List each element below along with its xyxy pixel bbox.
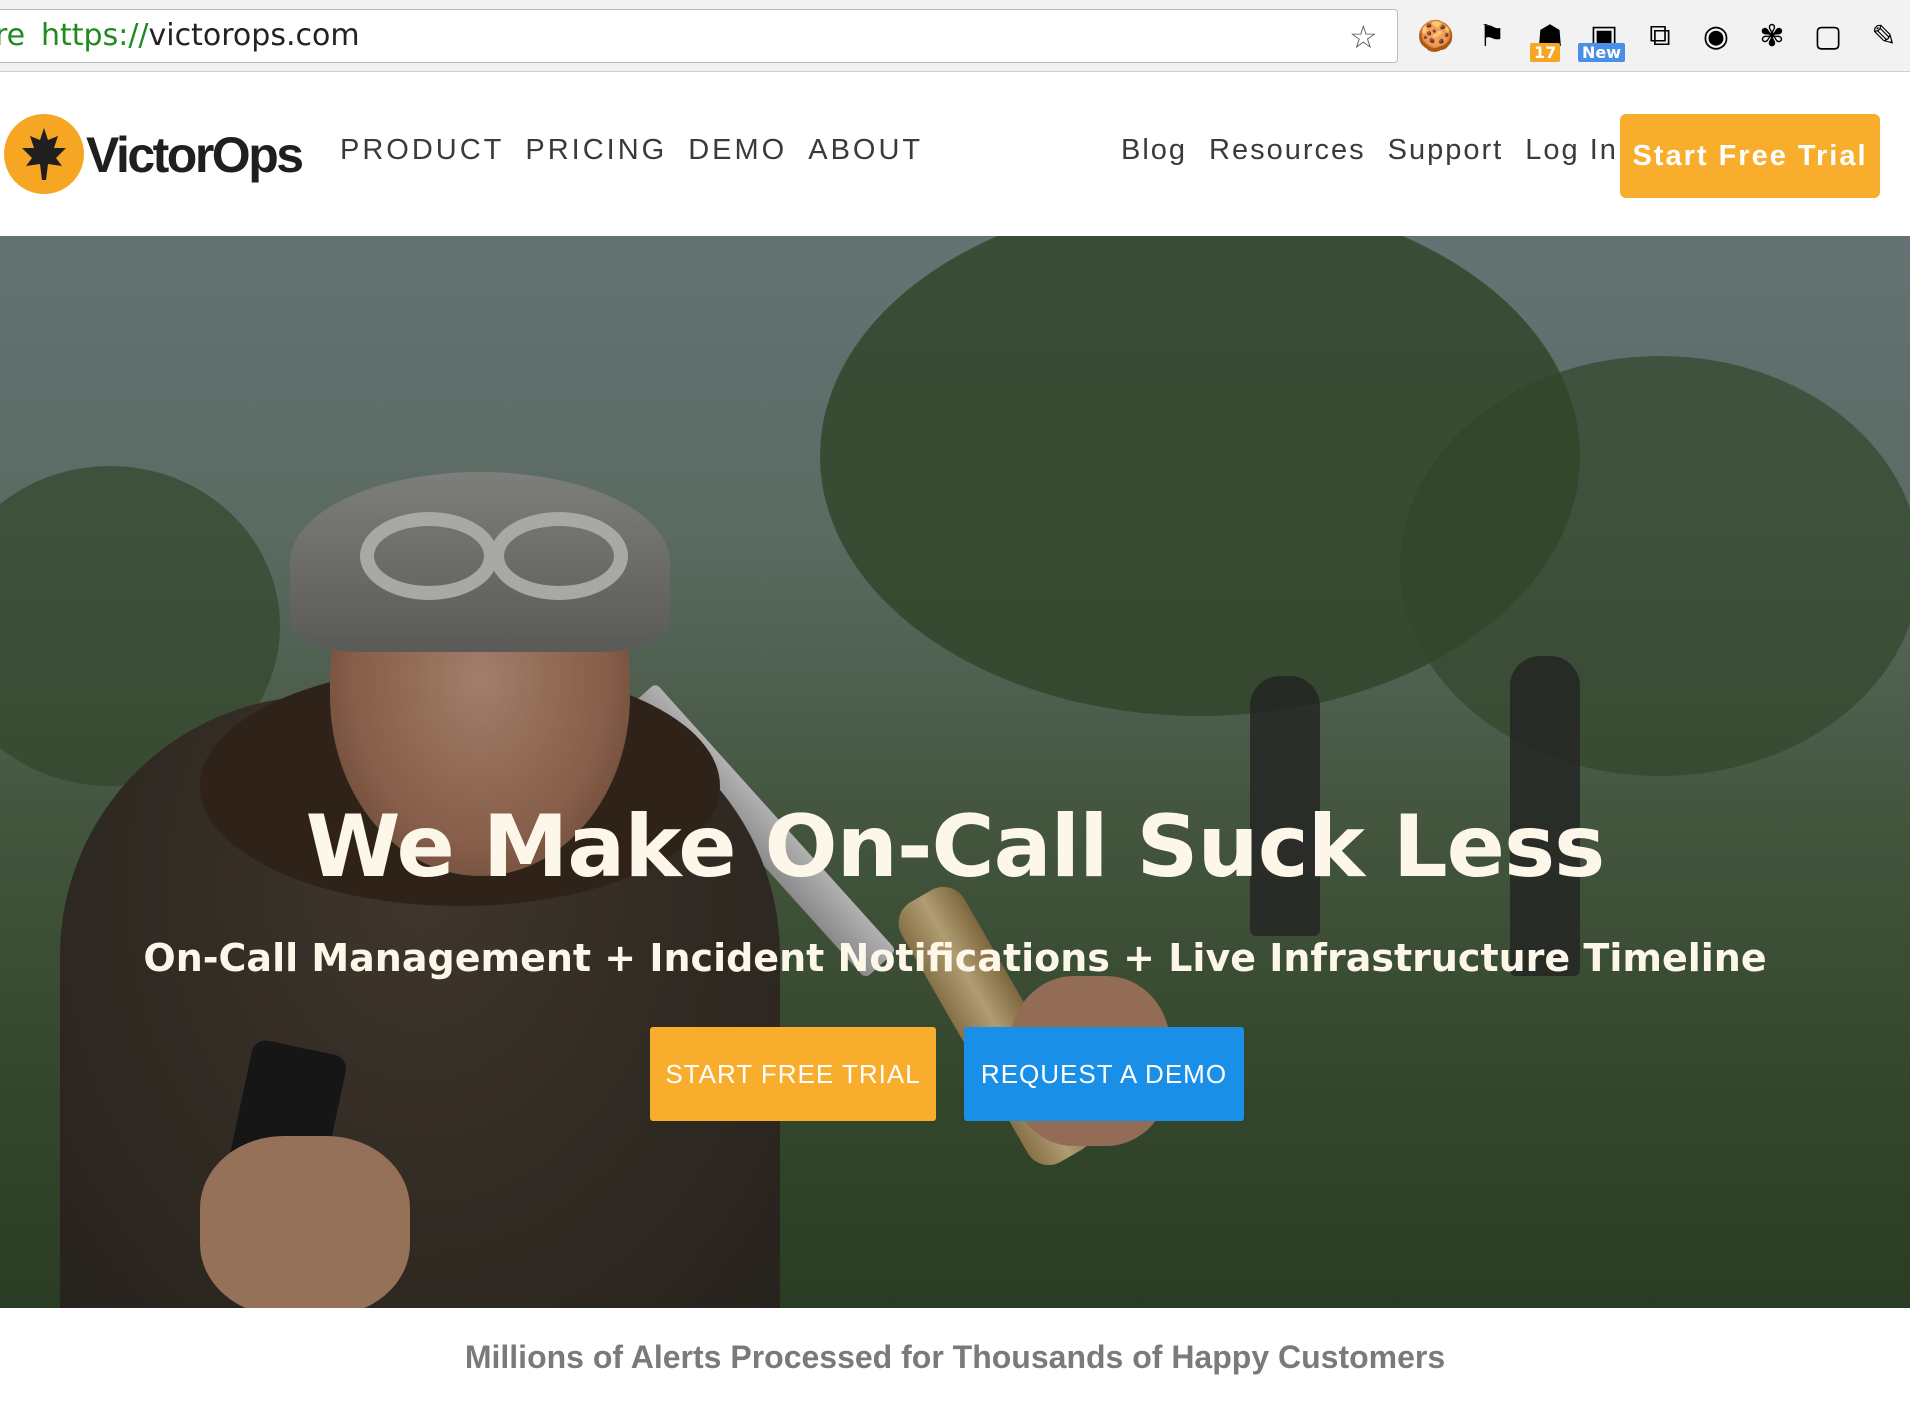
hero-title: We Make On-Call Suck Less — [305, 797, 1606, 897]
nav-support[interactable]: Support — [1388, 134, 1504, 167]
browser-toolbar: re https://victorops.com ☆ 🍪 ⚑ ☗ 17 ▣ New ⧉ ◉ ✾ ▢… — [0, 0, 1910, 72]
extension-badge: 17 — [1530, 43, 1561, 62]
url-scheme: https:// — [41, 18, 149, 53]
address-url[interactable]: https://victorops.com — [41, 18, 360, 53]
star-icon[interactable]: ☆ — [1349, 18, 1378, 56]
nav-demo[interactable]: DEMO — [688, 134, 787, 167]
code-ext-icon[interactable]: ⧉ — [1638, 14, 1682, 58]
news-ext-icon[interactable]: ▣ New — [1578, 14, 1626, 62]
start-free-trial-button[interactable]: START FREE TRIAL — [650, 1027, 936, 1121]
square-ext-icon[interactable]: ▢ — [1806, 14, 1850, 58]
address-bar[interactable]: re https://victorops.com ☆ — [0, 9, 1398, 63]
nav-resources[interactable]: Resources — [1209, 134, 1366, 167]
note-ext-icon[interactable]: ✎ — [1862, 14, 1906, 58]
url-host: victorops.com — [148, 18, 360, 53]
flag-icon[interactable]: ⚑ — [1470, 14, 1514, 58]
github-icon[interactable]: ◉ — [1694, 14, 1738, 58]
request-demo-button[interactable]: REQUEST A DEMO — [964, 1027, 1244, 1121]
cookie-icon[interactable]: 🍪 — [1414, 14, 1458, 58]
hero-section: We Make On-Call Suck Less On-Call Manage… — [0, 236, 1910, 1308]
primary-nav: PRODUCT PRICING DEMO ABOUT — [340, 134, 923, 167]
brand-name[interactable]: VictorOps — [86, 126, 304, 184]
start-free-trial-header-button[interactable]: Start Free Trial — [1620, 114, 1880, 198]
nav-blog[interactable]: Blog — [1121, 134, 1187, 167]
hero-subtitle: On-Call Management + Incident Notificati… — [143, 936, 1767, 980]
extension-badge: New — [1578, 43, 1626, 62]
site-header: VictorOps PRODUCT PRICING DEMO ABOUT Blo… — [0, 72, 1910, 236]
nav-product[interactable]: PRODUCT — [340, 134, 504, 167]
logo[interactable] — [4, 114, 84, 194]
nav-pricing[interactable]: PRICING — [525, 134, 667, 167]
secondary-nav: Blog Resources Support Log In — [1121, 134, 1618, 167]
leaf-icon — [22, 128, 66, 180]
address-scheme-tail: re — [0, 18, 26, 53]
palm-icon[interactable]: ✾ — [1750, 14, 1794, 58]
nav-about[interactable]: ABOUT — [808, 134, 923, 167]
customers-tagline: Millions of Alerts Processed for Thousan… — [464, 1339, 1446, 1375]
nav-login[interactable]: Log In — [1525, 134, 1618, 167]
calendar-ext-icon[interactable]: ☗ 17 — [1528, 14, 1572, 62]
